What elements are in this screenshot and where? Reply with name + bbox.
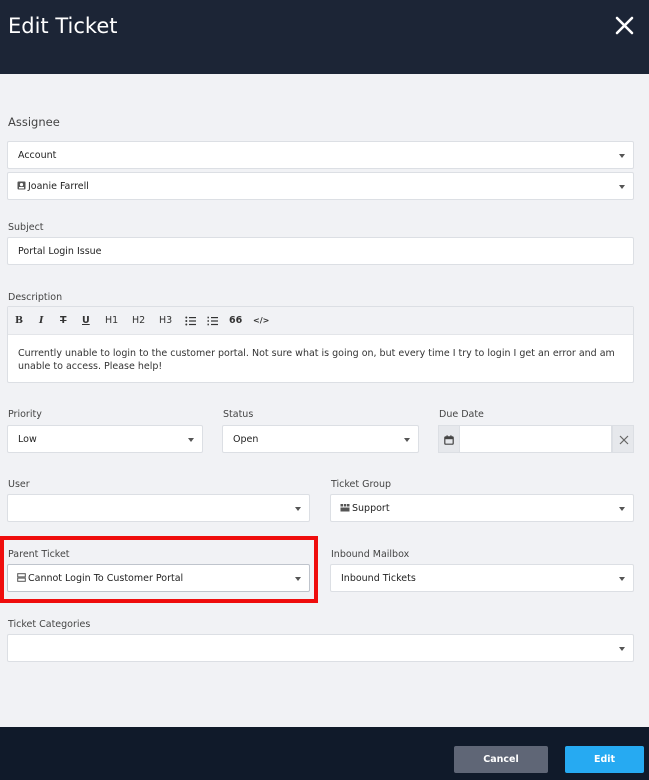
chevron-down-icon [619, 154, 625, 158]
description-editor[interactable]: B I T U H1 H2 H3 66 </> Currently unable… [7, 306, 634, 383]
inbound-mailbox-select[interactable]: Inbound Tickets [330, 564, 634, 592]
assignee-user-select[interactable]: Joanie Farrell [7, 172, 634, 200]
assignee-user-content: Joanie Farrell [17, 181, 89, 192]
h1-button[interactable]: H1 [105, 315, 118, 326]
due-date-input[interactable] [460, 425, 612, 453]
inbound-mailbox-value: Inbound Tickets [341, 573, 416, 584]
modal-title: Edit Ticket [8, 14, 118, 38]
calendar-button[interactable] [438, 425, 460, 453]
bold-button[interactable]: B [15, 315, 23, 326]
assignee-label: Assignee [8, 115, 60, 129]
description-label: Description [8, 292, 63, 303]
editor-toolbar: B I T U H1 H2 H3 66 </> [8, 307, 633, 335]
user-select[interactable] [7, 494, 310, 522]
numbered-list-icon[interactable] [207, 316, 218, 329]
italic-button[interactable]: I [39, 315, 43, 326]
status-select[interactable]: Open [222, 425, 419, 453]
due-date-label: Due Date [439, 409, 484, 420]
status-label: Status [223, 409, 254, 420]
h2-button[interactable]: H2 [132, 315, 145, 326]
inbound-mailbox-label: Inbound Mailbox [331, 549, 410, 560]
ticket-categories-label: Ticket Categories [8, 619, 91, 630]
close-icon[interactable] [612, 12, 638, 40]
status-value: Open [233, 434, 259, 445]
chevron-down-icon [619, 185, 625, 189]
ticket-group-label: Ticket Group [331, 479, 392, 490]
chevron-down-icon [619, 647, 625, 651]
bullet-list-icon[interactable] [185, 316, 196, 329]
code-button[interactable]: </> [253, 316, 269, 325]
clear-date-button[interactable] [612, 425, 634, 453]
subject-label: Subject [8, 222, 44, 233]
group-icon [340, 504, 350, 512]
priority-select[interactable]: Low [7, 425, 203, 453]
ticket-group-value: Support [352, 503, 390, 514]
subject-value: Portal Login Issue [18, 246, 102, 257]
user-label: User [8, 479, 30, 490]
user-badge-icon [17, 181, 26, 190]
ticket-categories-select[interactable] [7, 634, 634, 662]
description-text: Currently unable to login to the custome… [18, 348, 615, 372]
cancel-button[interactable]: Cancel [454, 746, 548, 773]
chevron-down-icon [619, 577, 625, 581]
ticket-group-select[interactable]: Support [330, 494, 634, 522]
close-icon [619, 435, 629, 445]
account-select-value: Account [18, 150, 57, 161]
chevron-down-icon [295, 507, 301, 511]
h3-button[interactable]: H3 [159, 315, 172, 326]
highlight-box [0, 536, 318, 603]
chevron-down-icon [619, 507, 625, 511]
strikethrough-button[interactable]: T [60, 315, 66, 326]
chevron-down-icon [188, 438, 194, 442]
subject-input[interactable]: Portal Login Issue [7, 237, 634, 265]
assignee-user-value: Joanie Farrell [28, 181, 89, 192]
account-select[interactable]: Account [7, 141, 634, 169]
quote-button[interactable]: 66 [229, 315, 242, 326]
priority-value: Low [18, 434, 37, 445]
underline-button[interactable]: U [82, 315, 90, 326]
ticket-group-content: Support [340, 503, 390, 514]
edit-button[interactable]: Edit [565, 746, 644, 773]
modal-header: Edit Ticket [0, 0, 649, 74]
chevron-down-icon [404, 438, 410, 442]
calendar-icon [444, 435, 454, 445]
priority-label: Priority [8, 409, 42, 420]
modal-footer: Cancel Edit [0, 727, 649, 780]
